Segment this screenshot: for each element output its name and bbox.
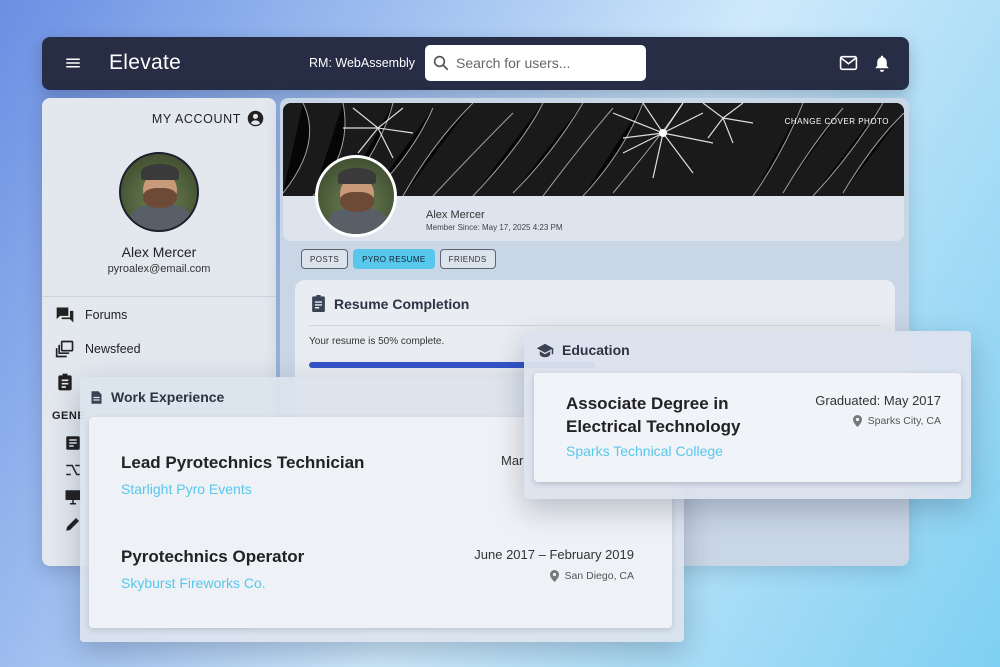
profile-card: CHANGE COVER PHOTO Alex Mercer Member Si… <box>283 103 904 241</box>
sidebar-item-newsfeed[interactable]: Newsfeed <box>55 339 141 359</box>
divider <box>309 325 881 326</box>
resume-completion-heading: Resume Completion <box>310 294 469 313</box>
job-company-link[interactable]: Skyburst Fireworks Co. <box>121 575 266 591</box>
job-title: Pyrotechnics Operator <box>121 547 305 566</box>
tab-posts[interactable]: POSTS <box>301 249 349 269</box>
education-title: Education <box>562 342 630 358</box>
graduation-cap-icon <box>536 343 554 358</box>
search-input[interactable] <box>456 52 636 74</box>
job-company-link[interactable]: Starlight Pyro Events <box>121 481 252 497</box>
avatar[interactable] <box>119 152 199 232</box>
education-degree: Associate Degree in Electrical Technolog… <box>566 394 741 436</box>
sidebar-user-name: Alex Mercer <box>121 244 197 260</box>
document-icon <box>90 390 103 405</box>
education-panel: Education Associate Degree in Electrical… <box>524 331 971 499</box>
newsfeed-icon <box>55 339 75 359</box>
clipboard-icon <box>310 294 327 313</box>
bell-icon[interactable] <box>874 54 890 73</box>
profile-tabs: POSTS PYRO RESUME FRIENDS <box>301 249 496 269</box>
profile-avatar[interactable] <box>315 155 397 237</box>
education-entry: Associate Degree in Electrical Technolog… <box>534 373 961 482</box>
work-experience-title: Work Experience <box>111 389 225 405</box>
top-bar: Elevate RM: WebAssembly <box>42 37 909 90</box>
resume-icon <box>55 372 75 392</box>
education-location: Sparks City, CA <box>852 415 941 427</box>
location-pin-icon <box>549 570 559 582</box>
divider <box>42 296 276 297</box>
my-account[interactable]: MY ACCOUNT <box>152 110 264 127</box>
tab-pyro-resume[interactable]: PYRO RESUME <box>353 249 435 269</box>
work-experience-heading: Work Experience <box>90 389 224 405</box>
location-pin-icon <box>852 415 862 427</box>
job-dates: Mar <box>501 453 524 468</box>
tab-friends[interactable]: FRIENDS <box>439 249 496 269</box>
account-circle-icon <box>247 110 264 127</box>
sidebar-item-label: Newsfeed <box>85 342 141 356</box>
education-graduated: Graduated: May 2017 <box>815 393 941 408</box>
job-dates: June 2017 – February 2019 <box>474 547 634 562</box>
room-label: RM: WebAssembly <box>309 56 416 70</box>
forum-icon <box>55 305 75 325</box>
sidebar-item-forums[interactable]: Forums <box>55 305 127 325</box>
mail-icon[interactable] <box>839 55 858 71</box>
job-location: San Diego, CA <box>549 570 634 582</box>
job-title: Lead Pyrotechnics Technician <box>121 453 365 472</box>
education-location-text: Sparks City, CA <box>867 415 941 427</box>
app-brand[interactable]: Elevate <box>109 51 181 75</box>
search-box[interactable] <box>425 45 646 81</box>
education-school-link[interactable]: Sparks Technical College <box>566 443 723 459</box>
resume-completion-text: Your resume is 50% complete. <box>309 336 445 347</box>
job-location-text: San Diego, CA <box>564 570 634 582</box>
hamburger-menu-icon[interactable] <box>64 54 82 72</box>
my-account-label: MY ACCOUNT <box>151 111 241 126</box>
education-heading: Education <box>536 342 630 358</box>
search-icon <box>432 54 450 72</box>
sidebar-item-label: Forums <box>85 308 128 322</box>
member-since: Member Since: May 17, 2025 4:23 PM <box>426 223 563 232</box>
change-cover-photo-button[interactable]: CHANGE COVER PHOTO <box>785 117 889 126</box>
resume-completion-title: Resume Completion <box>334 295 470 312</box>
profile-name: Alex Mercer <box>426 209 485 221</box>
sidebar-user-email: pyroalex@email.com <box>107 263 211 275</box>
